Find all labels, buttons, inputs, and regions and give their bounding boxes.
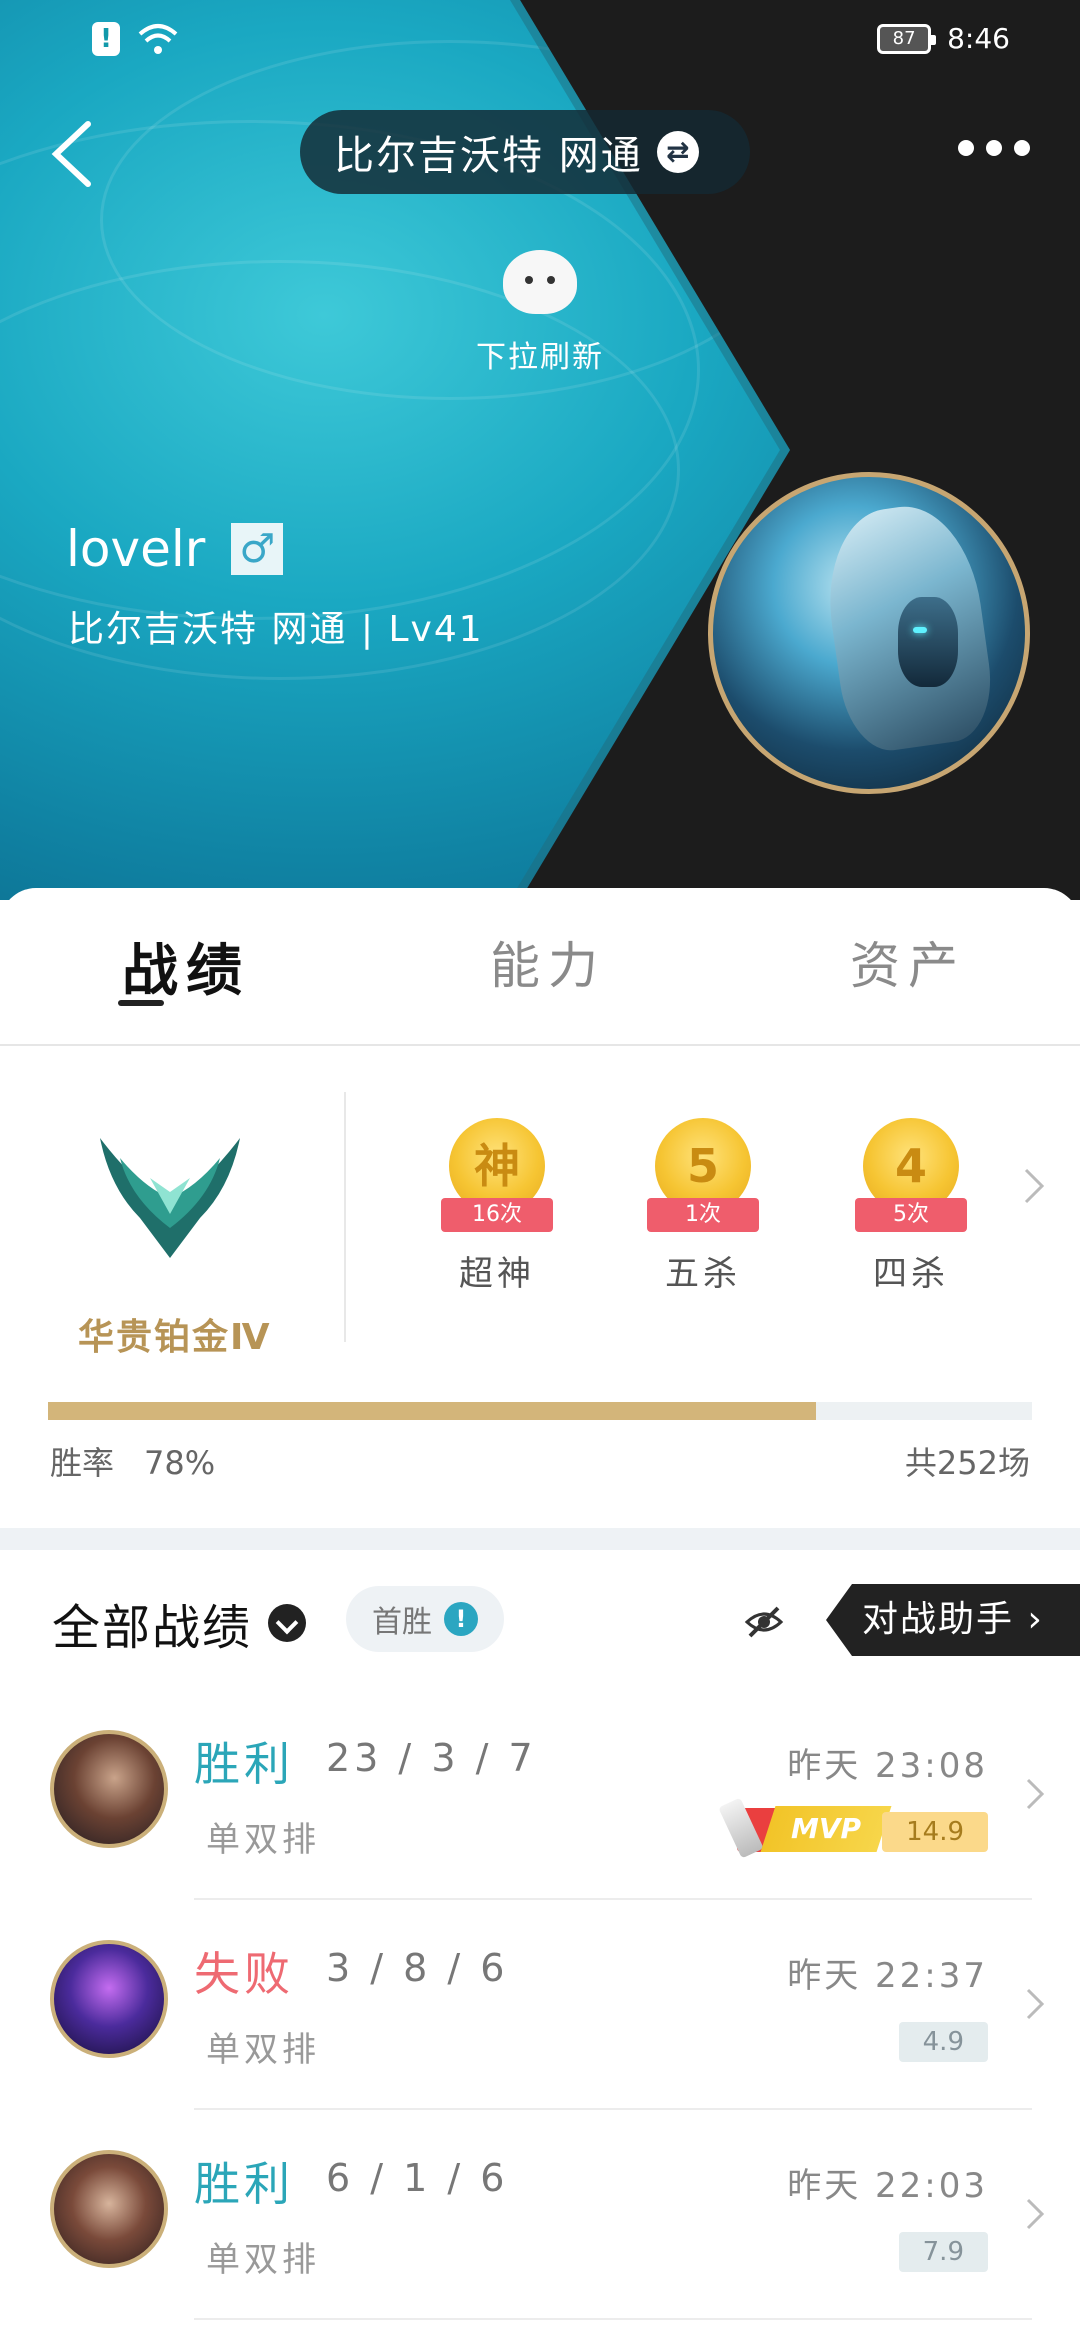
winrate: 胜率 78% (50, 1438, 215, 1484)
rank-emblem-icon[interactable] (90, 1118, 250, 1258)
male-icon: ♂ (231, 523, 284, 575)
match-mode: 单双排 (206, 2030, 320, 2070)
more-button[interactable] (958, 140, 1030, 156)
match-kda: 3 / 8 / 6 (326, 1946, 509, 1990)
wifi-icon (138, 24, 178, 54)
mvp-label: MVP (790, 1812, 862, 1845)
match-time: 昨天 22:03 (787, 2166, 988, 2206)
match-list-title: 全部战绩 (52, 1600, 253, 1656)
dot-icon (958, 140, 974, 156)
chevron-right-icon (1026, 1988, 1045, 2020)
tab-ability[interactable]: 能力 (490, 926, 606, 998)
server-switch[interactable]: 比尔吉沃特 网通 ⇄ (300, 110, 750, 194)
badge-label: 五杀 (665, 1254, 741, 1294)
badge-count: 1次 (647, 1198, 759, 1232)
dot-icon (986, 140, 1002, 156)
mascot-icon (503, 250, 577, 314)
info-icon: ! (444, 1602, 478, 1636)
row-divider (194, 2318, 1032, 2320)
champion-avatar (50, 1730, 168, 1848)
champion-avatar (50, 1940, 168, 2058)
battle-assistant-label: 对战助手 (862, 1599, 1015, 1640)
tab-assets[interactable]: 资产 (850, 926, 966, 998)
match-kda: 23 / 3 / 7 (326, 1736, 537, 1780)
chevron-right-icon[interactable] (1022, 1166, 1046, 1206)
badge-count: 5次 (855, 1198, 967, 1232)
dot-icon (1014, 140, 1030, 156)
match-time: 昨天 23:08 (787, 1746, 988, 1786)
match-result: 胜利 (194, 1737, 294, 1791)
section-separator (0, 1528, 1080, 1550)
match-mode: 单双排 (206, 1820, 320, 1860)
match-row[interactable]: 胜利 23 / 3 / 7 单双排 昨天 23:08 5杀 MVP 14.9 (0, 1690, 1080, 1900)
first-win-chip[interactable]: 首胜 ! (346, 1586, 504, 1652)
back-button[interactable] (44, 118, 100, 190)
chevron-right-icon (1026, 2198, 1045, 2230)
match-score: 4.9 (898, 2022, 988, 2062)
avatar-art (898, 597, 958, 687)
mvp-badge: MVP (760, 1806, 892, 1852)
clock: 8:46 (947, 22, 1010, 55)
badge-count: 16次 (441, 1198, 553, 1232)
match-kda: 6 / 1 / 6 (326, 2156, 509, 2200)
username: lovelr (66, 520, 206, 578)
tab-active-indicator (118, 1000, 164, 1006)
profile-header: ! 87 8:46 比尔吉沃特 网通 ⇄ 下拉刷新 lovelr ♂ 比尔吉沃特… (0, 0, 1080, 900)
alert-icon: ! (92, 22, 120, 56)
battle-assistant-button[interactable]: 对战助手 › (826, 1584, 1080, 1656)
winrate-bar-fill (48, 1402, 816, 1420)
avatar-art (913, 627, 927, 633)
total-games: 共252场 (904, 1444, 1030, 1482)
match-list-header: 全部战绩 首胜 ! 对战助手 › (0, 1550, 1080, 1690)
eye-off-icon[interactable] (744, 1602, 784, 1642)
chevron-right-icon (1026, 1778, 1045, 1810)
battery-icon: 87 (877, 23, 937, 54)
username-row: lovelr ♂ (66, 520, 284, 578)
winrate-bar (48, 1402, 1032, 1420)
match-result: 失败 (194, 1947, 294, 2001)
page-title: 比尔吉沃特 网通 (334, 133, 643, 179)
match-score: 14.9 (882, 1812, 988, 1852)
match-filter-dropdown[interactable]: 全部战绩 (52, 1588, 307, 1658)
match-time: 昨天 22:37 (787, 1956, 988, 1996)
match-result: 胜利 (194, 2157, 294, 2211)
match-score: 7.9 (898, 2232, 988, 2272)
divider (344, 1092, 346, 1342)
tab-record[interactable]: 战绩 (122, 926, 250, 1007)
chevron-down-icon (268, 1604, 307, 1642)
badge-legendary[interactable]: 神 16次 超神 (432, 1118, 562, 1295)
player-avatar[interactable] (708, 472, 1030, 794)
champion-avatar (50, 2150, 168, 2268)
match-row[interactable]: 胜利 6 / 1 / 6 单双排 昨天 22:03 7.9 (0, 2110, 1080, 2320)
rank-stats-card: 华贵铂金Ⅳ 神 16次 超神 5 1次 五杀 4 5次 四杀 胜率 78% 共25… (0, 1048, 1080, 1518)
match-row[interactable]: 失败 3 / 8 / 6 单双排 昨天 22:37 4.9 (0, 1900, 1080, 2110)
server-level: 比尔吉沃特 网通 | Lv41 (68, 609, 484, 650)
swap-icon: ⇄ (656, 131, 699, 173)
badge-quadrakill[interactable]: 4 5次 四杀 (846, 1118, 976, 1295)
pull-refresh-indicator: 下拉刷新 (440, 250, 640, 376)
winrate-value: 78% (144, 1444, 216, 1482)
tab-bar: 战绩 能力 资产 (0, 888, 1080, 1046)
status-bar: ! 87 8:46 (0, 0, 1080, 84)
badge-pentakill[interactable]: 5 1次 五杀 (638, 1118, 768, 1295)
pull-refresh-text: 下拉刷新 (476, 340, 604, 375)
rank-name: 华贵铂金Ⅳ (78, 1317, 272, 1358)
winrate-label: 胜率 (50, 1444, 115, 1482)
badge-label: 超神 (459, 1254, 535, 1294)
match-mode: 单双排 (206, 2240, 320, 2280)
first-win-label: 首胜 (372, 1605, 432, 1640)
badge-label: 四杀 (873, 1254, 949, 1294)
